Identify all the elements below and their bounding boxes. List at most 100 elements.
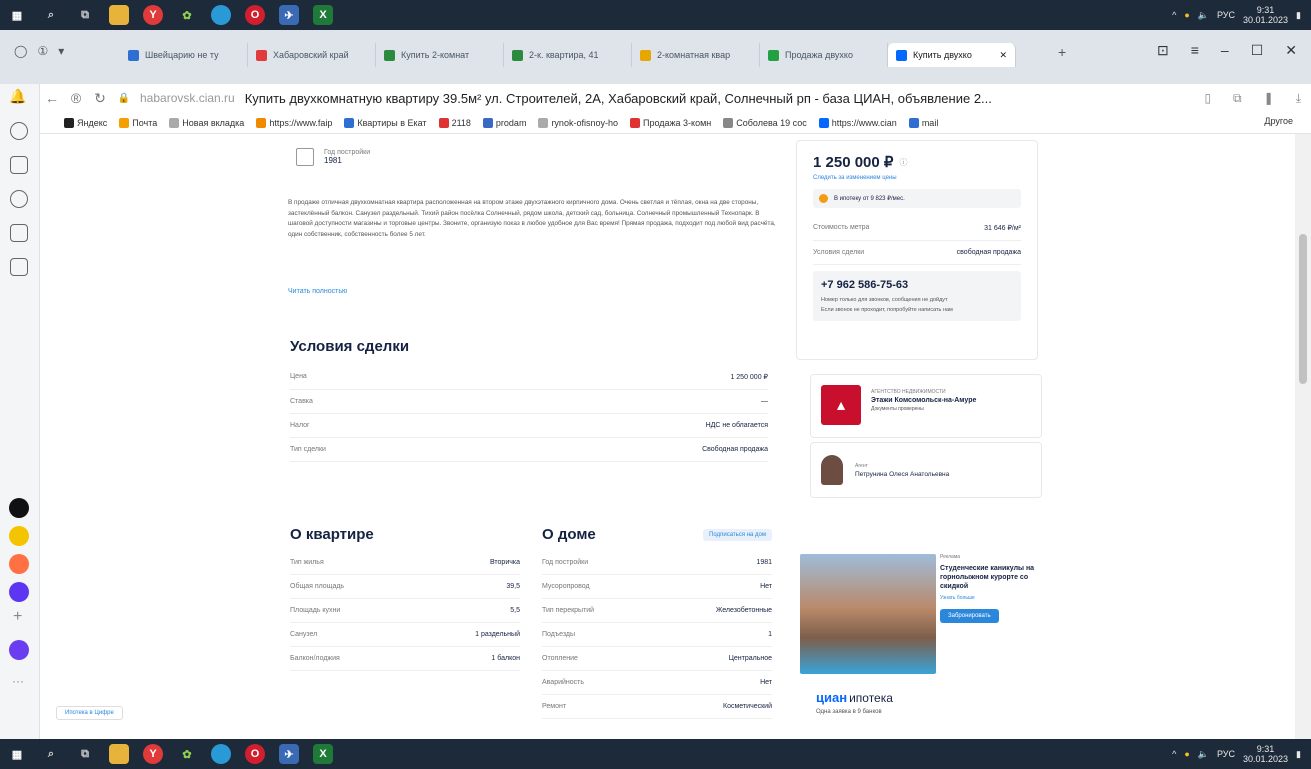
ad-link[interactable]: Узнать больше: [940, 595, 1040, 601]
browser-tab[interactable]: Купить двухко ✕: [888, 43, 1016, 67]
lock-icon[interactable]: 🔒: [112, 93, 136, 104]
task-view-icon[interactable]: ⧉: [75, 5, 95, 25]
downloads-icon[interactable]: ⤓: [1296, 91, 1301, 106]
volume-icon[interactable]: 🔈: [1198, 10, 1209, 21]
search-icon[interactable]: ⌕: [41, 5, 61, 25]
browser-tab[interactable]: Купить 2-комнат: [376, 43, 504, 67]
bookmark-item[interactable]: Продажа 3-комн: [629, 117, 711, 128]
tabs-menu-icon[interactable]: ▾: [58, 44, 64, 58]
excel-icon[interactable]: X: [313, 5, 333, 25]
cian-ipoteka-block[interactable]: циан ипотека Одна заявка в 9 банков: [816, 690, 1036, 715]
more-icon[interactable]: ···: [12, 674, 24, 688]
app-icon[interactable]: ✿: [177, 5, 197, 25]
ad-book-button[interactable]: Забронировать: [940, 609, 999, 623]
media-icon[interactable]: [10, 190, 28, 208]
bookmark-item[interactable]: prodam: [482, 117, 526, 128]
history-icon[interactable]: [10, 122, 28, 140]
language-indicator[interactable]: РУС: [1217, 749, 1235, 759]
search-icon[interactable]: ⌕: [41, 744, 61, 764]
browser-tab[interactable]: Хабаровский край: [248, 43, 376, 67]
subscribe-house-button[interactable]: Подписаться на дом: [703, 528, 772, 541]
windows-start-icon[interactable]: ▦: [7, 5, 27, 25]
browser-tab[interactable]: 2-комнатная квар: [632, 43, 760, 67]
app-icon[interactable]: ✿: [177, 744, 197, 764]
telegram-icon[interactable]: ✈: [279, 5, 299, 25]
yandex-browser-icon[interactable]: Y: [143, 5, 163, 25]
browser-tab[interactable]: Продажа двухко: [760, 43, 888, 67]
back-arrow-icon[interactable]: ←: [40, 90, 64, 106]
bookmark-item[interactable]: Соболева 19 сос: [723, 117, 807, 128]
agency-card[interactable]: ▲ АГЕНТСТВО НЕДВИЖИМОСТИ Этажи Комсомоль…: [810, 374, 1042, 438]
price-info-icon[interactable]: ⓘ: [899, 157, 907, 168]
page-scrollbar[interactable]: [1295, 134, 1311, 739]
profile-icon[interactable]: ◯: [14, 44, 27, 58]
assistant-icon[interactable]: [9, 640, 29, 660]
collections-icon[interactable]: [10, 156, 28, 174]
footer-floating-link[interactable]: Ипотека в Цифре: [56, 706, 123, 720]
alice-icon[interactable]: [9, 498, 29, 518]
minimize-icon[interactable]: –: [1221, 42, 1229, 59]
bookmark-item[interactable]: Яндекс: [64, 117, 107, 128]
task-view-icon[interactable]: ⧉: [75, 744, 95, 764]
tray-app-icon[interactable]: ●: [1184, 749, 1189, 759]
menu-icon[interactable]: ≡: [1191, 42, 1199, 59]
agency-name[interactable]: Этажи Комсомольск-на-Амуре: [871, 397, 976, 404]
clock[interactable]: 9:31 30.01.2023: [1243, 5, 1288, 25]
bookmarks-other[interactable]: Другое: [1264, 116, 1293, 126]
bookmark-item[interactable]: https://www.faip: [256, 117, 332, 128]
chrome-icon[interactable]: [211, 744, 231, 764]
file-explorer-icon[interactable]: [109, 744, 129, 764]
mortgage-banner[interactable]: В ипотеку от 9 823 ₽/мес.: [813, 189, 1021, 208]
tray-chevron-icon[interactable]: ^: [1172, 749, 1176, 759]
notifications-bell-icon[interactable]: 🔔: [9, 88, 26, 105]
tray-app-icon[interactable]: ●: [1184, 10, 1189, 20]
browser-tab[interactable]: 2-к. квартира, 41: [504, 43, 632, 67]
browser-tab[interactable]: Швейцарию не ту: [120, 43, 248, 67]
agent-card[interactable]: Агент Петрунина Олеся Анатольевна: [810, 442, 1042, 498]
bookmark-icon[interactable]: ❚: [1264, 91, 1274, 106]
reload-icon[interactable]: ↻: [88, 90, 112, 107]
tab-counter-icon[interactable]: ①: [37, 44, 48, 58]
page-title[interactable]: Купить двухкомнатную квартиру 39.5м² ул.…: [245, 91, 1075, 106]
price-subscribe-link[interactable]: Следить за изменением цены: [813, 175, 1021, 181]
scrollbar-thumb[interactable]: [1299, 234, 1307, 384]
messenger-icon[interactable]: [9, 554, 29, 574]
bookmark-item[interactable]: mail: [908, 117, 938, 128]
show-more-link[interactable]: Читать полностью: [288, 288, 347, 295]
bookmark-item[interactable]: Квартиры в Екат: [344, 117, 427, 128]
chrome-icon[interactable]: [211, 5, 231, 25]
maximize-icon[interactable]: ☐: [1251, 42, 1264, 59]
add-panel-icon[interactable]: +: [13, 608, 22, 626]
close-icon[interactable]: ✕: [1285, 42, 1297, 59]
volume-icon[interactable]: 🔈: [1198, 749, 1209, 760]
windows-start-icon[interactable]: ▦: [7, 744, 27, 764]
excel-icon[interactable]: X: [313, 744, 333, 764]
telegram-icon[interactable]: ✈: [279, 744, 299, 764]
agent-name[interactable]: Петрунина Олеся Анатольевна: [855, 471, 949, 478]
notifications-icon[interactable]: ▮: [1296, 749, 1301, 760]
new-tab-button[interactable]: +: [1058, 44, 1066, 60]
language-indicator[interactable]: РУС: [1217, 10, 1235, 20]
opera-icon[interactable]: O: [245, 744, 265, 764]
gallery-icon[interactable]: [10, 258, 28, 276]
tab-close-icon[interactable]: ✕: [999, 50, 1007, 61]
notifications-icon[interactable]: ▮: [1296, 10, 1301, 21]
bookmark-item[interactable]: Почта: [119, 117, 157, 128]
tray-chevron-icon[interactable]: ^: [1172, 10, 1176, 20]
clock[interactable]: 9:31 30.01.2023: [1243, 744, 1288, 764]
bookmark-item[interactable]: https://www.cian: [818, 117, 897, 128]
file-explorer-icon[interactable]: [109, 5, 129, 25]
bookmark-item[interactable]: rynok-ofisnoy-ho: [538, 117, 618, 128]
opera-icon[interactable]: O: [245, 5, 265, 25]
url-domain[interactable]: habarovsk.cian.ru: [140, 91, 235, 105]
notes-icon[interactable]: [10, 224, 28, 242]
tab-group-icon[interactable]: ⊡: [1157, 42, 1169, 59]
phone-number[interactable]: +7 962 586-75-63: [821, 279, 1013, 291]
yandex-logo-icon[interactable]: ®: [64, 90, 88, 106]
music-icon[interactable]: [9, 582, 29, 602]
market-icon[interactable]: [9, 526, 29, 546]
yandex-browser-icon[interactable]: Y: [143, 744, 163, 764]
ad-banner[interactable]: Реклама Студенческие каникулы на горнолы…: [800, 554, 1040, 674]
reader-icon[interactable]: ▯: [1204, 91, 1211, 106]
share-icon[interactable]: ⧉: [1233, 91, 1242, 106]
